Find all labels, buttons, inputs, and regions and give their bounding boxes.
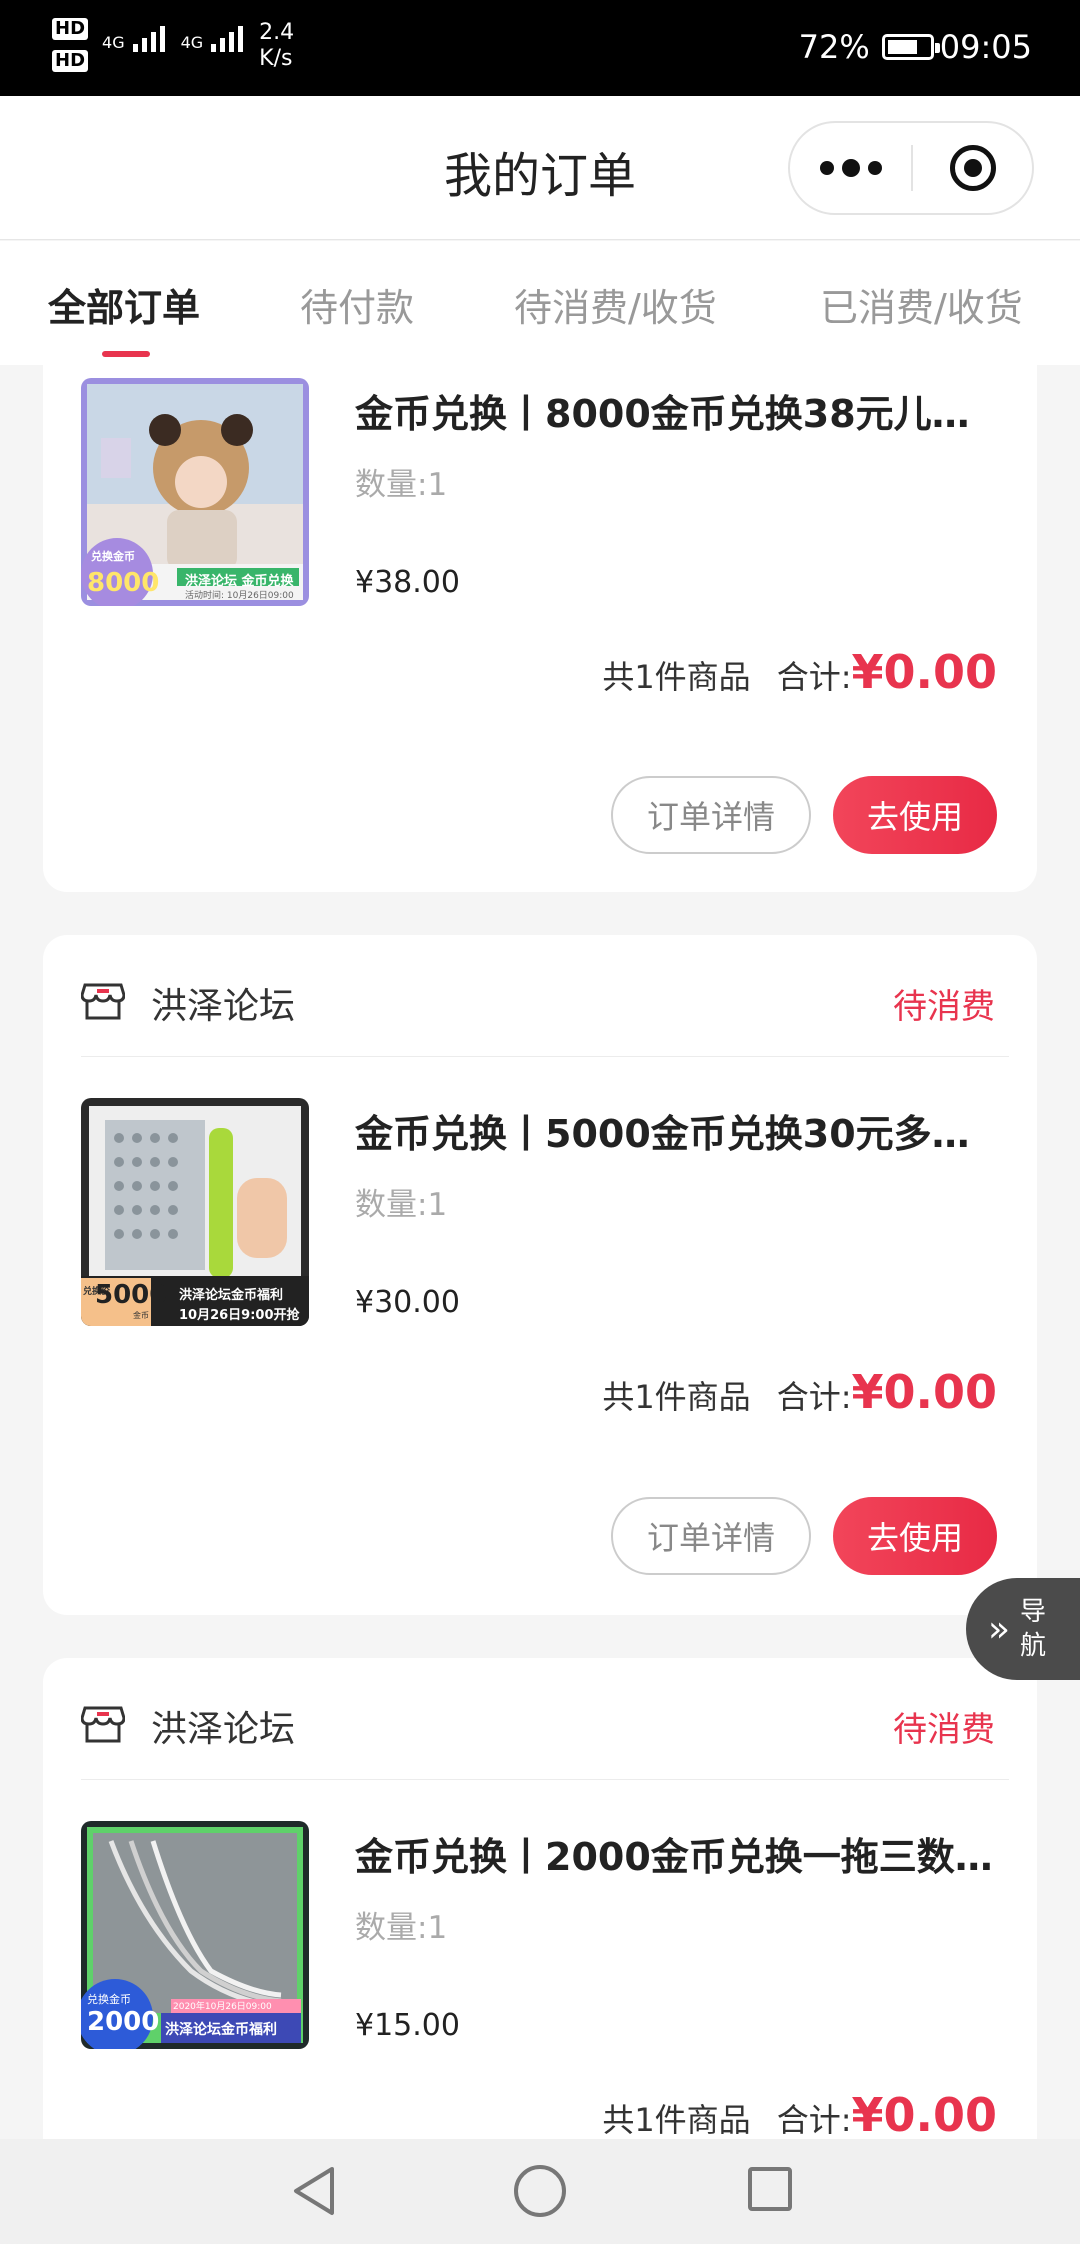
tab-all-orders[interactable]: 全部订单 [48,277,200,332]
tab-pending-payment[interactable]: 待付款 [300,277,414,332]
capsule-divider [911,145,913,191]
tab-consumed[interactable]: 已消费/收货 [820,277,1023,332]
order-summary: 共1件商品 合计: ¥0.00 [602,645,997,699]
thumb-subcaption: 活动时间: 10月26日09:00 [185,591,294,601]
battery-icon [881,34,940,60]
active-tab-indicator [102,351,150,357]
thumb-badge-top: 兑换金币 [91,550,135,563]
miniprogram-capsule [788,121,1034,215]
chevron-double-right-icon: » [988,1608,1011,1650]
use-button[interactable]: 去使用 [833,1497,997,1575]
hd-indicators: HD HD [52,18,89,72]
battery-percent: 72% [798,28,870,66]
item-count: 共1件商品 [602,658,751,696]
hd1-badge: HD [52,18,89,40]
order-status: 待消费 [893,1710,995,1750]
status-left: HD HD 4G 4G 2.4 K/s [52,18,294,72]
product-thumbnail[interactable]: 8000 兑换金币 洪泽论坛 金币兑换 活动时间: 10月26日09:00 [81,378,309,606]
clock: 09:05 [939,28,1032,66]
total-label: 合计: [776,2101,852,2139]
hd2-badge: HD [52,50,89,72]
item-title[interactable]: 金币兑换丨8000金币兑换38元儿童… [355,383,995,438]
order-card: 洪泽论坛 待消费 兑换金币 2000 2020年10月26日09:00 洪泽论坛… [43,1658,1037,2139]
net-speed: 2.4 K/s [259,20,294,72]
status-right: 72% 09:05 [799,28,1032,66]
net2-label: 4G [180,33,204,52]
order-detail-button[interactable]: 订单详情 [611,776,811,854]
item-price: ¥30.00 [355,1285,460,1320]
float-nav-label: 导航 [1020,1597,1047,1661]
store-name: 洪泽论坛 [151,1709,296,1750]
back-icon[interactable] [290,2165,338,2217]
order-card: 洪泽论坛 待消费 兑换价 5000 金币 洪泽论坛金币福利 10月26日9:00… [43,935,1037,1615]
thumb-caption: 洪泽论坛金币福利 [165,2022,277,2038]
target-icon [950,145,996,191]
order-status: 待消费 [893,987,995,1027]
signal-1-icon: 4G [102,26,165,52]
thumb-badge-unit: 金币 [133,1311,149,1320]
thumb-caption: 洪泽论坛 金币兑换 [185,574,294,589]
tab-pending-consume[interactable]: 待消费/收货 [514,277,717,332]
signal-2-icon: 4G [181,26,244,52]
system-nav-bar [0,2139,1080,2244]
battery-fill [887,40,917,54]
order-detail-button[interactable]: 订单详情 [611,1497,811,1575]
store-icon [81,1706,125,1743]
item-title[interactable]: 金币兑换丨2000金币兑换一拖三数… [355,1826,995,1881]
item-quantity: 数量:1 [355,467,448,503]
item-quantity: 数量:1 [355,1910,448,1946]
store-icon [81,983,125,1020]
store-name: 洪泽论坛 [151,986,296,1027]
thumb-badge-value: 5000 [95,1280,168,1310]
item-price: ¥15.00 [355,2008,460,2043]
thumb-badge-value: 2000 [87,2007,160,2037]
recent-apps-icon[interactable] [748,2167,792,2211]
more-icon[interactable] [790,123,912,213]
item-quantity: 数量:1 [355,1187,448,1223]
store-header[interactable]: 洪泽论坛 待消费 [81,935,1009,1057]
order-card: 8000 兑换金币 洪泽论坛 金币兑换 活动时间: 10月26日09:00 金币… [43,365,1037,892]
float-nav-button[interactable]: » 导航 [966,1578,1080,1680]
item-price: ¥38.00 [355,565,460,600]
order-summary: 共1件商品 合计: ¥0.00 [602,1365,997,1419]
product-thumbnail[interactable]: 兑换金币 2000 2020年10月26日09:00 洪泽论坛金币福利 [81,1821,309,2049]
item-title[interactable]: 金币兑换丨5000金币兑换30元多功… [355,1103,995,1158]
net-speed-unit: K/s [259,46,293,71]
thumb-badge-top: 兑换金币 [87,1993,131,2006]
thumb-subcaption: 10月26日9:00开抢 [179,1308,300,1323]
item-count: 共1件商品 [602,1378,751,1416]
store-header[interactable]: 洪泽论坛 待消费 [81,1658,1009,1780]
order-tabs: 全部订单 待付款 待消费/收货 已消费/收货 [0,241,1080,365]
net-speed-value: 2.4 [259,20,295,45]
use-button[interactable]: 去使用 [833,776,997,854]
thumb-badge-value: 8000 [87,568,160,598]
total-amount: ¥0.00 [851,645,997,699]
total-amount: ¥0.00 [851,2088,997,2139]
home-icon[interactable] [514,2165,566,2217]
screen: HD HD 4G 4G 2.4 K/s 72% 09:05 我的订单 全部订单 … [0,0,1080,2244]
product-thumbnail[interactable]: 兑换价 5000 金币 洪泽论坛金币福利 10月26日9:00开抢 [81,1098,309,1326]
item-count: 共1件商品 [602,2101,751,2139]
order-summary: 共1件商品 合计: ¥0.00 [602,2088,997,2139]
total-label: 合计: [776,658,852,696]
thumb-subcaption: 2020年10月26日09:00 [173,2002,272,2012]
thumb-caption: 洪泽论坛金币福利 [179,1288,284,1303]
status-bar: HD HD 4G 4G 2.4 K/s 72% 09:05 [0,0,1080,96]
title-bar: 我的订单 [0,96,1080,240]
total-label: 合计: [776,1378,852,1416]
order-list[interactable]: 8000 兑换金币 洪泽论坛 金币兑换 活动时间: 10月26日09:00 金币… [0,365,1080,2139]
total-amount: ¥0.00 [851,1365,997,1419]
net1-label: 4G [102,33,125,52]
close-miniprogram-button[interactable] [914,123,1032,213]
